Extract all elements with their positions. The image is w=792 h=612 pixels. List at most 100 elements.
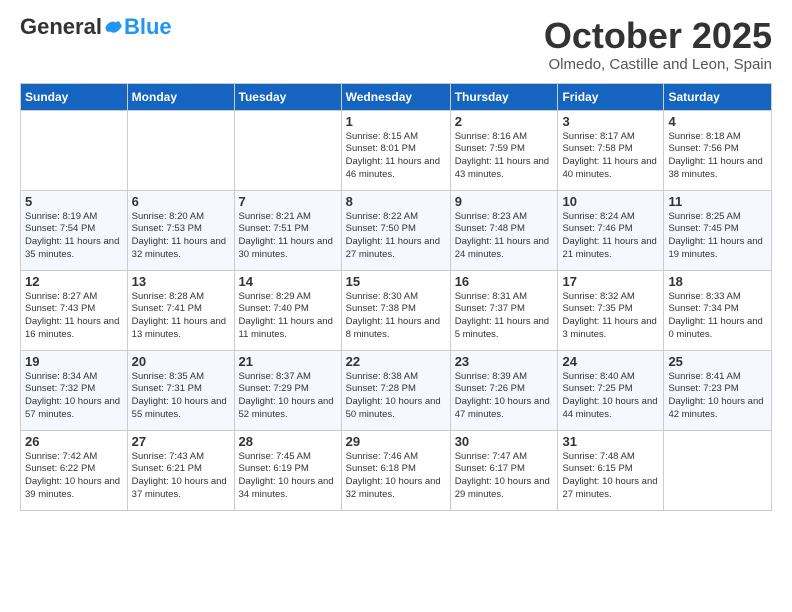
day-cell-15: 15Sunrise: 8:30 AM Sunset: 7:38 PM Dayli… bbox=[341, 270, 450, 350]
day-info-9: Sunrise: 8:23 AM Sunset: 7:48 PM Dayligh… bbox=[455, 211, 554, 262]
day-cell-28: 28Sunrise: 7:45 AM Sunset: 6:19 PM Dayli… bbox=[234, 430, 341, 510]
day-number-20: 20 bbox=[132, 354, 230, 369]
day-info-30: Sunrise: 7:47 AM Sunset: 6:17 PM Dayligh… bbox=[455, 451, 554, 502]
title-section: October 2025 Olmedo, Castille and Leon, … bbox=[544, 16, 772, 73]
day-info-29: Sunrise: 7:46 AM Sunset: 6:18 PM Dayligh… bbox=[346, 451, 446, 502]
day-info-31: Sunrise: 7:48 AM Sunset: 6:15 PM Dayligh… bbox=[562, 451, 659, 502]
day-info-2: Sunrise: 8:16 AM Sunset: 7:59 PM Dayligh… bbox=[455, 131, 554, 182]
day-cell-6: 6 Sunrise: 8:20 AM Sunset: 7:53 PM Daylig… bbox=[127, 190, 234, 270]
week-row-3: 12 Sunrise: 8:27 AM Sunset: 7:43 PM Dayli… bbox=[21, 270, 772, 350]
day-number-26: 26 bbox=[25, 434, 123, 449]
day-info-25: Sunrise: 8:41 AM Sunset: 7:23 PM Dayligh… bbox=[668, 371, 767, 422]
day-cell-29: 29 Sunrise: 7:46 AM Sunset: 6:18 PM Dayli… bbox=[341, 430, 450, 510]
day-number-17: 17 bbox=[562, 274, 659, 289]
day-number-18: 18 bbox=[668, 274, 767, 289]
week-row-4: 19 Sunrise: 8:34 AM Sunset: 7:32 PM Dayli… bbox=[21, 350, 772, 430]
day-number-16: 16 bbox=[455, 274, 554, 289]
day-cell-20: 20 Sunrise: 8:35 AM Sunset: 7:31 PM Dayli… bbox=[127, 350, 234, 430]
day-number-24: 24 bbox=[562, 354, 659, 369]
page: General Blue October 2025 Olmedo, Castil… bbox=[0, 0, 792, 612]
day-cell-empty bbox=[127, 110, 234, 190]
day-cell-18: 18Sunrise: 8:33 AM Sunset: 7:34 PM Dayli… bbox=[664, 270, 772, 350]
day-cell-empty bbox=[21, 110, 128, 190]
day-number-11: 11 bbox=[668, 194, 767, 209]
day-cell-30: 30Sunrise: 7:47 AM Sunset: 6:17 PM Dayli… bbox=[450, 430, 558, 510]
day-cell-4: 4 Sunrise: 8:18 AM Sunset: 7:56 PM Daylig… bbox=[664, 110, 772, 190]
week-row-1: 1 Sunrise: 8:15 AM Sunset: 8:01 PM Daylig… bbox=[21, 110, 772, 190]
logo-icon bbox=[104, 18, 122, 36]
header-saturday: Saturday bbox=[664, 83, 772, 110]
day-cell-7: 7Sunrise: 8:21 AM Sunset: 7:51 PM Daylig… bbox=[234, 190, 341, 270]
day-info-3: Sunrise: 8:17 AM Sunset: 7:58 PM Dayligh… bbox=[562, 131, 659, 182]
header-monday: Monday bbox=[127, 83, 234, 110]
day-info-1: Sunrise: 8:15 AM Sunset: 8:01 PM Dayligh… bbox=[346, 131, 446, 182]
day-number-6: 6 bbox=[132, 194, 230, 209]
day-info-7: Sunrise: 8:21 AM Sunset: 7:51 PM Dayligh… bbox=[239, 211, 337, 262]
day-cell-empty bbox=[234, 110, 341, 190]
day-number-31: 31 bbox=[562, 434, 659, 449]
day-info-28: Sunrise: 7:45 AM Sunset: 6:19 PM Dayligh… bbox=[239, 451, 337, 502]
day-info-21: Sunrise: 8:37 AM Sunset: 7:29 PM Dayligh… bbox=[239, 371, 337, 422]
calendar-table: Sunday Monday Tuesday Wednesday Thursday… bbox=[20, 83, 772, 511]
day-number-25: 25 bbox=[668, 354, 767, 369]
day-number-5: 5 bbox=[25, 194, 123, 209]
day-info-17: Sunrise: 8:32 AM Sunset: 7:35 PM Dayligh… bbox=[562, 291, 659, 342]
day-cell-12: 12 Sunrise: 8:27 AM Sunset: 7:43 PM Dayli… bbox=[21, 270, 128, 350]
day-number-23: 23 bbox=[455, 354, 554, 369]
day-cell-5: 5 Sunrise: 8:19 AM Sunset: 7:54 PM Daylig… bbox=[21, 190, 128, 270]
day-cell-empty bbox=[664, 430, 772, 510]
day-number-12: 12 bbox=[25, 274, 123, 289]
day-number-4: 4 bbox=[668, 114, 767, 129]
day-cell-26: 26Sunrise: 7:42 AM Sunset: 6:22 PM Dayli… bbox=[21, 430, 128, 510]
day-info-27: Sunrise: 7:43 AM Sunset: 6:21 PM Dayligh… bbox=[132, 451, 230, 502]
day-cell-22: 22 Sunrise: 8:38 AM Sunset: 7:28 PM Dayli… bbox=[341, 350, 450, 430]
logo-general-text: General bbox=[20, 16, 102, 38]
day-info-24: Sunrise: 8:40 AM Sunset: 7:25 PM Dayligh… bbox=[562, 371, 659, 422]
day-number-9: 9 bbox=[455, 194, 554, 209]
day-cell-27: 27 Sunrise: 7:43 AM Sunset: 6:21 PM Dayli… bbox=[127, 430, 234, 510]
day-info-22: Sunrise: 8:38 AM Sunset: 7:28 PM Dayligh… bbox=[346, 371, 446, 422]
day-info-16: Sunrise: 8:31 AM Sunset: 7:37 PM Dayligh… bbox=[455, 291, 554, 342]
day-cell-19: 19 Sunrise: 8:34 AM Sunset: 7:32 PM Dayli… bbox=[21, 350, 128, 430]
logo-blue-text: Blue bbox=[124, 16, 172, 38]
day-number-1: 1 bbox=[346, 114, 446, 129]
weekday-header-row: Sunday Monday Tuesday Wednesday Thursday… bbox=[21, 83, 772, 110]
day-cell-8: 8 Sunrise: 8:22 AM Sunset: 7:50 PM Daylig… bbox=[341, 190, 450, 270]
day-cell-24: 24 Sunrise: 8:40 AM Sunset: 7:25 PM Dayli… bbox=[558, 350, 664, 430]
day-cell-16: 16 Sunrise: 8:31 AM Sunset: 7:37 PM Dayli… bbox=[450, 270, 558, 350]
day-info-10: Sunrise: 8:24 AM Sunset: 7:46 PM Dayligh… bbox=[562, 211, 659, 262]
day-number-3: 3 bbox=[562, 114, 659, 129]
week-row-5: 26Sunrise: 7:42 AM Sunset: 6:22 PM Dayli… bbox=[21, 430, 772, 510]
week-row-2: 5 Sunrise: 8:19 AM Sunset: 7:54 PM Daylig… bbox=[21, 190, 772, 270]
month-title: October 2025 bbox=[544, 16, 772, 56]
day-number-13: 13 bbox=[132, 274, 230, 289]
day-cell-9: 9 Sunrise: 8:23 AM Sunset: 7:48 PM Daylig… bbox=[450, 190, 558, 270]
day-cell-11: 11 Sunrise: 8:25 AM Sunset: 7:45 PM Dayli… bbox=[664, 190, 772, 270]
day-info-13: Sunrise: 8:28 AM Sunset: 7:41 PM Dayligh… bbox=[132, 291, 230, 342]
day-number-21: 21 bbox=[239, 354, 337, 369]
day-cell-13: 13 Sunrise: 8:28 AM Sunset: 7:41 PM Dayli… bbox=[127, 270, 234, 350]
day-number-29: 29 bbox=[346, 434, 446, 449]
day-cell-17: 17 Sunrise: 8:32 AM Sunset: 7:35 PM Dayli… bbox=[558, 270, 664, 350]
day-number-22: 22 bbox=[346, 354, 446, 369]
header-sunday: Sunday bbox=[21, 83, 128, 110]
header-thursday: Thursday bbox=[450, 83, 558, 110]
location: Olmedo, Castille and Leon, Spain bbox=[544, 56, 772, 73]
day-info-4: Sunrise: 8:18 AM Sunset: 7:56 PM Dayligh… bbox=[668, 131, 767, 182]
day-info-19: Sunrise: 8:34 AM Sunset: 7:32 PM Dayligh… bbox=[25, 371, 123, 422]
day-info-11: Sunrise: 8:25 AM Sunset: 7:45 PM Dayligh… bbox=[668, 211, 767, 262]
day-info-14: Sunrise: 8:29 AM Sunset: 7:40 PM Dayligh… bbox=[239, 291, 337, 342]
header-wednesday: Wednesday bbox=[341, 83, 450, 110]
day-number-8: 8 bbox=[346, 194, 446, 209]
day-info-23: Sunrise: 8:39 AM Sunset: 7:26 PM Dayligh… bbox=[455, 371, 554, 422]
day-info-20: Sunrise: 8:35 AM Sunset: 7:31 PM Dayligh… bbox=[132, 371, 230, 422]
day-info-12: Sunrise: 8:27 AM Sunset: 7:43 PM Dayligh… bbox=[25, 291, 123, 342]
header-friday: Friday bbox=[558, 83, 664, 110]
day-number-27: 27 bbox=[132, 434, 230, 449]
day-cell-25: 25 Sunrise: 8:41 AM Sunset: 7:23 PM Dayli… bbox=[664, 350, 772, 430]
day-number-19: 19 bbox=[25, 354, 123, 369]
day-cell-21: 21 Sunrise: 8:37 AM Sunset: 7:29 PM Dayli… bbox=[234, 350, 341, 430]
day-info-5: Sunrise: 8:19 AM Sunset: 7:54 PM Dayligh… bbox=[25, 211, 123, 262]
day-info-6: Sunrise: 8:20 AM Sunset: 7:53 PM Dayligh… bbox=[132, 211, 230, 262]
day-info-8: Sunrise: 8:22 AM Sunset: 7:50 PM Dayligh… bbox=[346, 211, 446, 262]
